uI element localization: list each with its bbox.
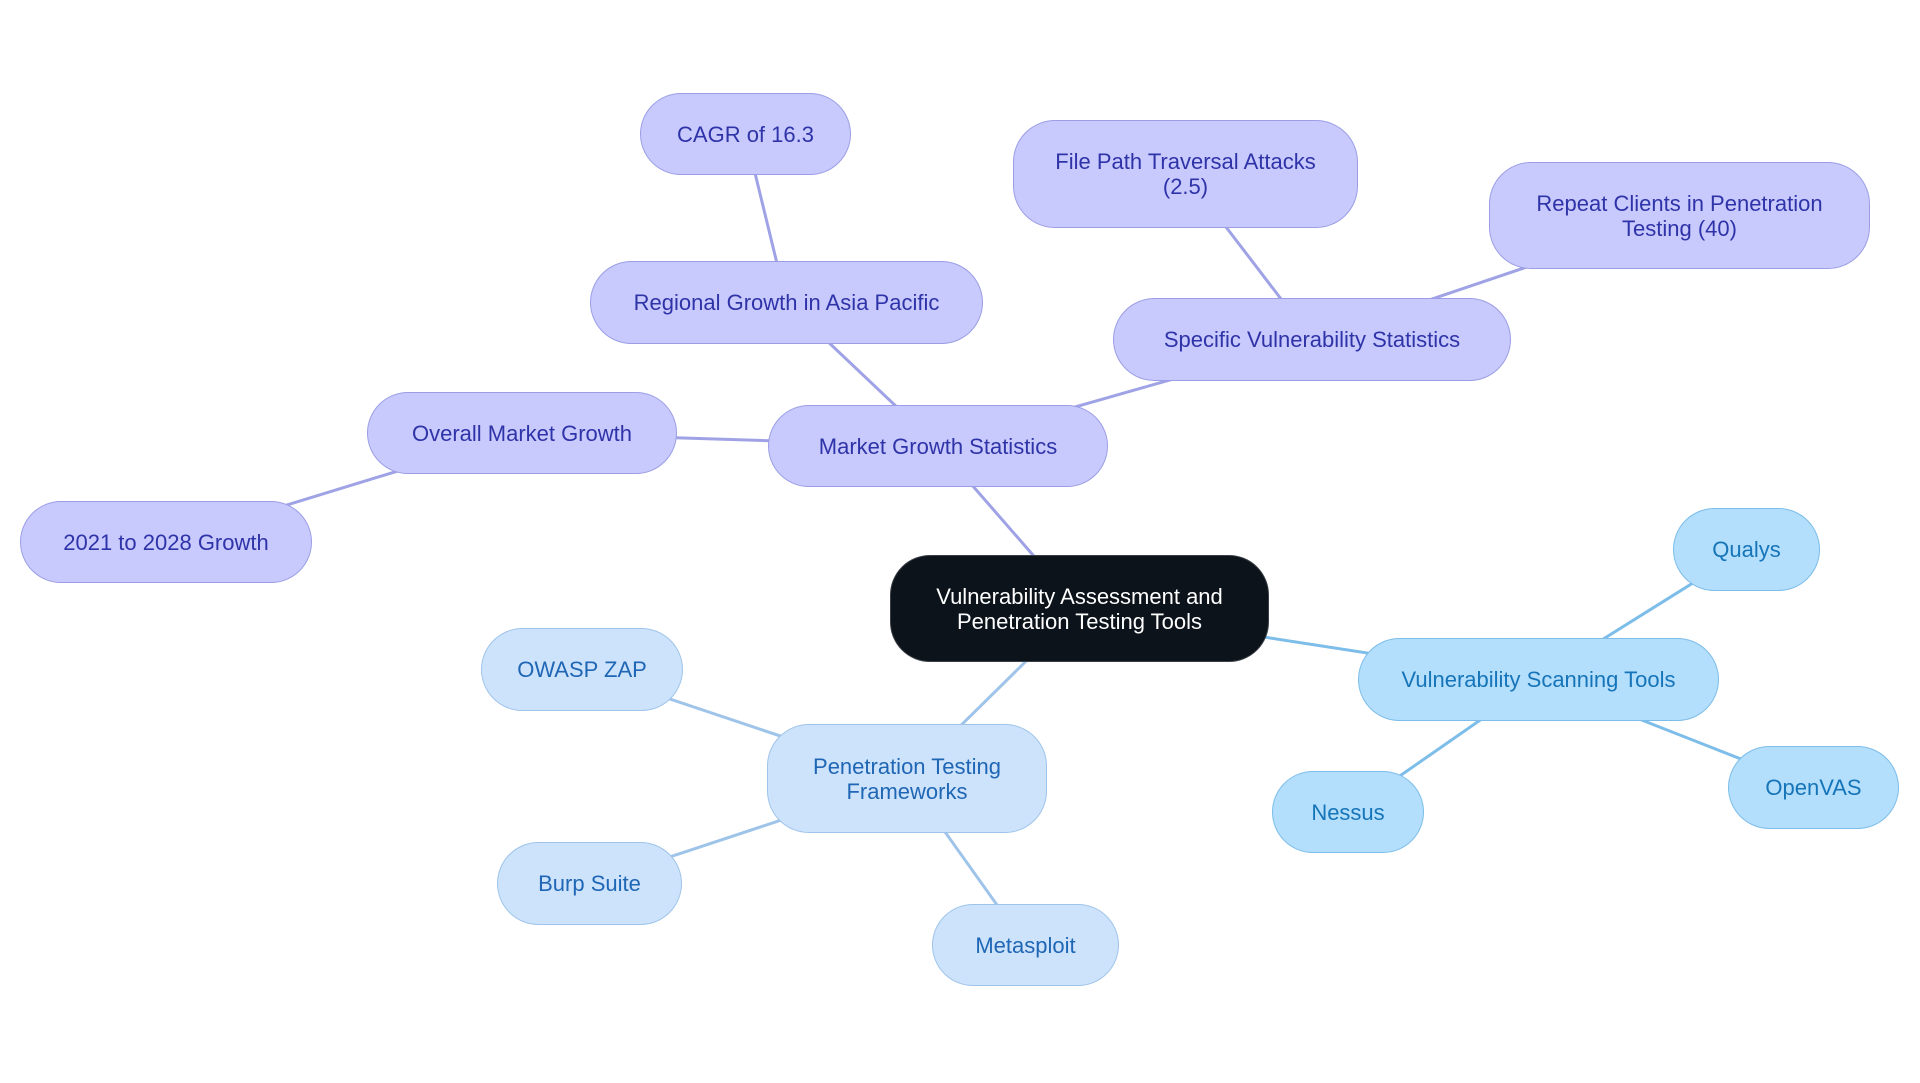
node-file-path-traversal-attacks[interactable]: File Path Traversal Attacks (2.5) [1013, 120, 1358, 228]
node-label: Vulnerability Assessment and Penetration… [936, 583, 1223, 634]
node-label: Metasploit [975, 932, 1076, 958]
node-label: OpenVAS [1765, 775, 1862, 800]
node-vulnerability-scanning-tools[interactable]: Vulnerability Scanning Tools [1358, 638, 1719, 721]
mind-map-canvas: Vulnerability Assessment and Penetration… [0, 0, 1920, 1083]
node-2021-to-2028-growth[interactable]: 2021 to 2028 Growth [20, 501, 312, 583]
node-label: Regional Growth in Asia Pacific [633, 290, 940, 315]
node-label: Burp Suite [538, 871, 641, 896]
node-label: Nessus [1311, 799, 1385, 825]
node-label: Market Growth Statistics [818, 433, 1058, 459]
node-openvas[interactable]: OpenVAS [1728, 746, 1899, 829]
node-label: Vulnerability Scanning Tools [1401, 667, 1676, 692]
node-label: Overall Market Growth [411, 420, 633, 446]
node-nessus[interactable]: Nessus [1272, 771, 1424, 853]
node-market-growth-statistics[interactable]: Market Growth Statistics [768, 405, 1108, 487]
node-regional-growth-asia-pacific[interactable]: Regional Growth in Asia Pacific [590, 261, 983, 344]
node-label: File Path Traversal Attacks (2.5) [1055, 149, 1316, 199]
node-label: 2021 to 2028 Growth [63, 529, 269, 555]
node-label: OWASP ZAP [517, 657, 647, 682]
node-repeat-clients-penetration-testing[interactable]: Repeat Clients in Penetration Testing (4… [1489, 162, 1870, 269]
node-root-vapt-tools[interactable]: Vulnerability Assessment and Penetration… [890, 555, 1269, 662]
node-label: Penetration Testing Frameworks [813, 753, 1001, 804]
node-overall-market-growth[interactable]: Overall Market Growth [367, 392, 677, 474]
node-owasp-zap[interactable]: OWASP ZAP [481, 628, 683, 711]
node-metasploit[interactable]: Metasploit [932, 904, 1119, 986]
node-penetration-testing-frameworks[interactable]: Penetration Testing Frameworks [767, 724, 1047, 833]
node-label: Specific Vulnerability Statistics [1163, 327, 1461, 352]
node-label: Qualys [1712, 537, 1781, 562]
node-cagr[interactable]: CAGR of 16.3 [640, 93, 851, 175]
node-specific-vulnerability-statistics[interactable]: Specific Vulnerability Statistics [1113, 298, 1511, 381]
node-label: CAGR of 16.3 [677, 121, 814, 147]
node-label: Repeat Clients in Penetration Testing (4… [1536, 190, 1823, 241]
node-burp-suite[interactable]: Burp Suite [497, 842, 682, 925]
node-qualys[interactable]: Qualys [1673, 508, 1820, 591]
